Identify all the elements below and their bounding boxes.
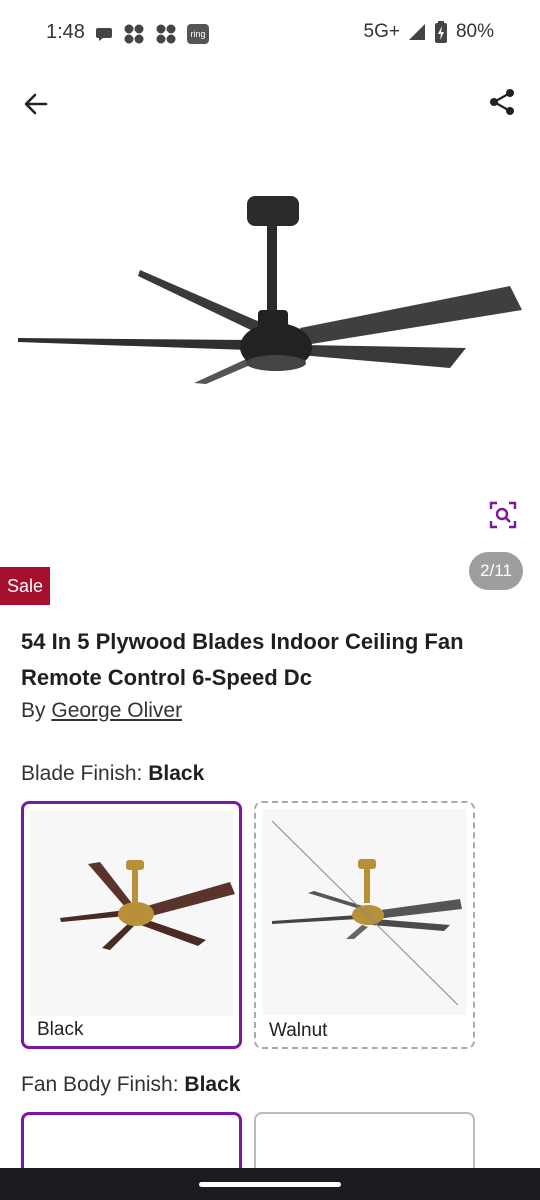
arrow-left-icon xyxy=(24,93,48,115)
fan-app-icon xyxy=(124,24,144,44)
zoom-button[interactable] xyxy=(488,500,518,530)
top-app-bar xyxy=(0,70,540,136)
byline: By George Oliver xyxy=(21,699,182,723)
swatch-name: Black xyxy=(37,1019,84,1040)
fan-body-finish-label-text: Fan Body Finish: xyxy=(21,1073,179,1096)
battery-percent: 80% xyxy=(455,21,494,42)
share-button[interactable] xyxy=(486,86,518,118)
fan-walnut-thumb-image xyxy=(271,820,462,1006)
home-gesture-handle[interactable] xyxy=(199,1182,341,1187)
status-notification-icons: ring xyxy=(95,23,209,45)
status-time: 1:48 xyxy=(46,21,85,43)
swatch-thumb xyxy=(262,809,467,1015)
product-image[interactable] xyxy=(0,150,540,540)
ring-app-icon: ring xyxy=(187,24,209,44)
back-button[interactable] xyxy=(20,88,52,120)
status-bar: 1:48 ring 5G+ 80% xyxy=(0,0,540,68)
system-navigation-bar xyxy=(0,1168,540,1200)
blade-finish-label-text: Blade Finish: xyxy=(21,762,143,785)
blade-finish-selected: Black xyxy=(148,762,205,785)
battery-charging-icon xyxy=(434,21,447,43)
blade-finish-label: Blade Finish: Black xyxy=(21,762,204,786)
fan-black-thumb-image xyxy=(60,860,235,950)
ceiling-fan-image xyxy=(18,196,522,384)
brand-link[interactable]: George Oliver xyxy=(51,699,182,722)
fan-body-finish-label: Fan Body Finish: Black xyxy=(21,1073,240,1097)
share-icon xyxy=(490,89,514,115)
swatch-thumb xyxy=(30,810,235,1016)
chat-bubble-icon xyxy=(96,28,112,41)
swatch-walnut[interactable]: Walnut xyxy=(254,801,475,1049)
fan-body-finish-selected: Black xyxy=(184,1073,241,1096)
byline-prefix: By xyxy=(21,699,46,722)
swatch-name: Walnut xyxy=(269,1020,328,1041)
sale-badge: Sale xyxy=(0,567,50,605)
zoom-search-icon xyxy=(489,501,517,529)
status-right: 5G+ 80% xyxy=(364,21,494,43)
network-type: 5G+ xyxy=(363,21,400,42)
image-counter: 2/11 xyxy=(469,552,523,590)
swatch-black[interactable]: Black xyxy=(21,801,242,1049)
signal-icon xyxy=(408,24,425,40)
fan-app-icon xyxy=(156,24,176,44)
product-title: 54 In 5 Plywood Blades Indoor Ceiling Fa… xyxy=(21,629,464,690)
